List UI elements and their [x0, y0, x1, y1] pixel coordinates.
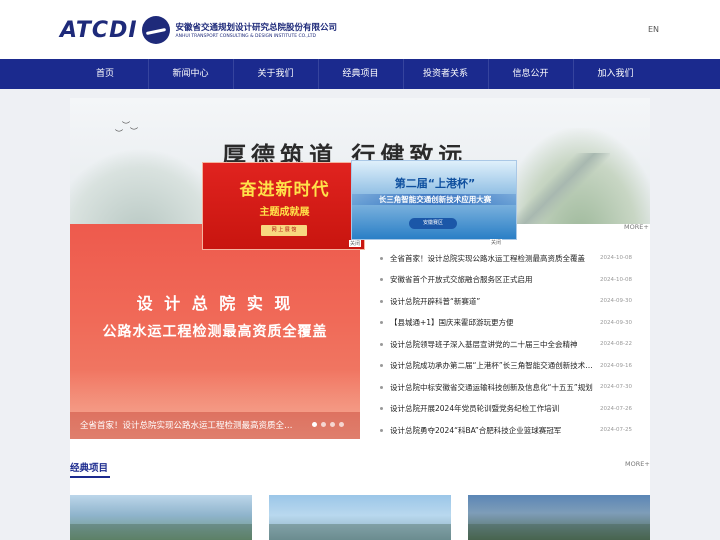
project-image-ground	[269, 524, 451, 540]
project-image-ground	[70, 524, 252, 540]
news-item[interactable]: 设计总院勇夺2024“科BA”合肥科技企业篮球赛冠军 2024-07-25	[380, 420, 650, 442]
bullet-icon	[380, 428, 383, 432]
section-underline	[70, 476, 110, 478]
bullet-icon	[380, 385, 383, 389]
popup-close-button[interactable]: 关闭	[349, 240, 362, 247]
competition-popup[interactable]: 第二届“上港杯” 长三角智能交通创新技术应用大赛 安徽赛区	[351, 160, 517, 240]
carousel-headline-1: 设 计 总 院 实 现	[136, 294, 294, 313]
news-date: 2024-08-22	[600, 341, 632, 348]
news-date: 2024-09-16	[600, 362, 632, 369]
nav-item-investors[interactable]: 投资者关系	[402, 59, 488, 89]
news-item[interactable]: 设计总院开展2024年党员轮训暨党务纪检工作培训 2024-07-26	[380, 399, 650, 420]
popup-subtitle: 长三角智能交通创新技术应用大赛	[352, 194, 516, 205]
nav-item-disclosure[interactable]: 信息公开	[487, 59, 573, 89]
carousel-dot[interactable]	[339, 422, 344, 427]
nav-item-home[interactable]: 首页	[63, 59, 148, 89]
language-switch-link[interactable]: EN	[648, 25, 659, 34]
news-title[interactable]: 设计总院领导班子深入基层宣讲党的二十届三中全会精神	[390, 339, 598, 350]
project-image-ground	[468, 524, 650, 540]
popup-close-button[interactable]: 关闭	[490, 239, 503, 246]
logo-text: 安徽省交通规划设计研究总院股份有限公司 ANHUI TRANSPORT CONS…	[176, 21, 338, 39]
company-logo[interactable]: ATCDI 安徽省交通规划设计研究总院股份有限公司 ANHUI TRANSPOR…	[60, 14, 337, 46]
news-title[interactable]: 【县城通+1】国庆来霍邱游玩更方便	[390, 317, 598, 328]
news-title[interactable]: 安徽省首个开放式交旅融合服务区正式启用	[390, 274, 598, 285]
news-item[interactable]: 安徽省首个开放式交旅融合服务区正式启用 2024-10-08	[380, 270, 650, 291]
news-title[interactable]: 设计总院中标安徽省交通运输科技创新及信息化“十五五”规划	[390, 382, 598, 393]
projects-more-link[interactable]: MORE+	[625, 460, 650, 468]
bullet-icon	[380, 278, 383, 282]
nav-item-about[interactable]: 关于我们	[232, 59, 318, 89]
news-date: 2024-10-08	[600, 276, 632, 283]
news-item[interactable]: 设计总院成功承办第二届“上港杯”长三角智能交通创新技术应用大赛 2024-09-1…	[380, 356, 650, 377]
news-title[interactable]: 设计总院勇夺2024“科BA”合肥科技企业篮球赛冠军	[390, 425, 598, 436]
projects-section-title: 经典项目	[70, 463, 109, 474]
news-carousel[interactable]: 设 计 总 院 实 现 公路水运工程检测最高资质全覆盖 全省首家！设计总院实现公…	[70, 224, 360, 439]
news-list: 全省首家！设计总院实现公路水运工程检测最高资质全覆盖 2024-10-08 安徽省…	[380, 248, 650, 442]
bird-icon: ︶	[115, 129, 123, 138]
bird-icon: ︶	[130, 127, 138, 136]
news-date: 2024-09-30	[600, 298, 632, 305]
company-name-en: ANHUI TRANSPORT CONSULTING & DESIGN INST…	[175, 34, 316, 39]
news-date: 2024-07-30	[600, 384, 632, 391]
project-thumbnail[interactable]	[70, 495, 252, 540]
carousel-dot[interactable]	[312, 422, 317, 427]
main-nav: 首页 新闻中心 关于我们 经典项目 投资者关系 信息公开 加入我们	[0, 59, 720, 89]
news-item[interactable]: 设计总院中标安徽省交通运输科技创新及信息化“十五五”规划 2024-07-30	[380, 377, 650, 399]
news-title[interactable]: 设计总院成功承办第二届“上港杯”长三角智能交通创新技术应用大赛	[390, 360, 598, 371]
news-item[interactable]: 全省首家！设计总院实现公路水运工程检测最高资质全覆盖 2024-10-08	[380, 248, 650, 270]
bullet-icon	[380, 364, 383, 368]
news-item[interactable]: 【县城通+1】国庆来霍邱游玩更方便 2024-09-30	[380, 313, 650, 334]
company-name-cn: 安徽省交通规划设计研究总院股份有限公司	[175, 23, 338, 33]
carousel-caption[interactable]: 全省首家！设计总院实现公路水运工程检测最高资质全覆盖	[80, 419, 300, 431]
news-title[interactable]: 设计总院开辟科普“新赛道”	[390, 296, 598, 307]
news-date: 2024-09-30	[600, 319, 632, 326]
carousel-dots	[312, 422, 344, 427]
popup-subtitle: 主题成就展	[259, 207, 310, 218]
logo-wordmark: ATCDI	[60, 17, 138, 43]
online-exhibition-button[interactable]: 网 上 展 馆	[261, 225, 307, 236]
nav-item-careers[interactable]: 加入我们	[572, 59, 658, 89]
nav-item-news[interactable]: 新闻中心	[147, 59, 233, 89]
news-date: 2024-10-08	[600, 255, 632, 262]
carousel-dot[interactable]	[330, 422, 335, 427]
bullet-icon	[380, 256, 383, 260]
bird-icon: ︶	[122, 121, 130, 130]
bullet-icon	[380, 299, 383, 303]
anhui-division-button[interactable]: 安徽赛区	[409, 218, 457, 229]
carousel-headline-2: 公路水运工程检测最高资质全覆盖	[102, 324, 328, 340]
exhibition-popup[interactable]: 奋进新时代 主题成就展 网 上 展 馆 关闭	[202, 162, 365, 250]
nav-item-projects[interactable]: 经典项目	[317, 59, 403, 89]
news-date: 2024-07-25	[600, 427, 632, 434]
site-header: ATCDI 安徽省交通规划设计研究总院股份有限公司 ANHUI TRANSPOR…	[0, 0, 720, 59]
news-title[interactable]: 全省首家！设计总院实现公路水运工程检测最高资质全覆盖	[390, 253, 598, 264]
popup-title: 第二届“上港杯”	[394, 177, 476, 190]
news-date: 2024-07-26	[600, 405, 632, 412]
carousel-dot[interactable]	[321, 422, 326, 427]
news-title[interactable]: 设计总院开展2024年党员轮训暨党务纪检工作培训	[390, 403, 598, 414]
news-item[interactable]: 设计总院开辟科普“新赛道” 2024-09-30	[380, 291, 650, 313]
bullet-icon	[380, 321, 383, 325]
bullet-icon	[380, 342, 383, 346]
main-content: ︶ ︶ ︶ 厚德筑道 行健致远 设 计 总 院 实 现 公路水运工程检测最高资质…	[70, 98, 650, 540]
project-thumbnail[interactable]	[468, 495, 650, 540]
popup-title: 奋进新时代	[239, 180, 330, 200]
logo-emblem-icon	[141, 16, 170, 44]
bullet-icon	[380, 407, 383, 411]
news-item[interactable]: 设计总院领导班子深入基层宣讲党的二十届三中全会精神 2024-08-22	[380, 334, 650, 356]
project-thumbnail[interactable]	[269, 495, 451, 540]
news-more-link[interactable]: MORE+	[624, 223, 649, 231]
